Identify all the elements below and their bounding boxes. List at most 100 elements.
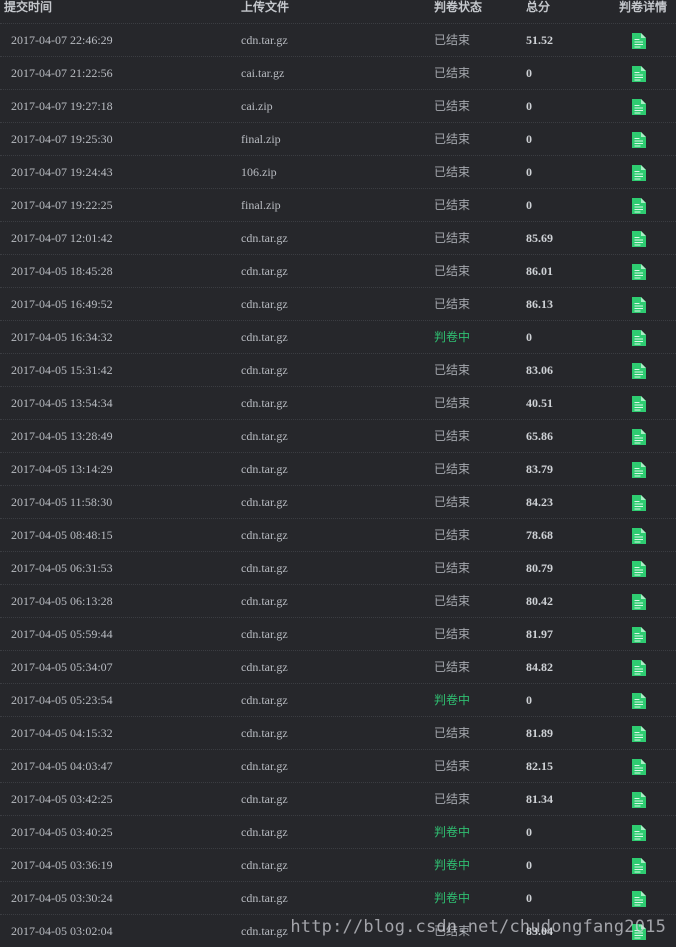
submit-time-cell: 2017-04-05 16:34:32: [11, 330, 113, 344]
total-score-cell: 84.23: [526, 495, 553, 509]
table-row: 2017-04-07 22:46:29 cdn.tar.gz 已结束 51.52: [0, 23, 676, 56]
table-row: 2017-04-07 19:27:18 cai.zip 已结束 0: [0, 89, 676, 122]
document-icon[interactable]: [632, 891, 646, 907]
table-row: 2017-04-05 03:30:24 cdn.tar.gz 判卷中 0: [0, 881, 676, 914]
submit-time-cell: 2017-04-05 04:15:32: [11, 726, 113, 740]
document-icon[interactable]: [632, 858, 646, 874]
table-row: 2017-04-05 03:40:25 cdn.tar.gz 判卷中 0: [0, 815, 676, 848]
judge-status-cell: 判卷中: [434, 693, 471, 707]
document-icon[interactable]: [632, 429, 646, 445]
document-icon[interactable]: [632, 528, 646, 544]
document-icon[interactable]: [632, 330, 646, 346]
document-icon[interactable]: [632, 297, 646, 313]
header-judge-status: 判卷状态: [434, 0, 483, 14]
table-row: 2017-04-05 04:03:47 cdn.tar.gz 已结束 82.15: [0, 749, 676, 782]
judge-status-cell: 已结束: [434, 429, 471, 443]
submit-time-cell: 2017-04-07 22:46:29: [11, 33, 113, 47]
judge-status-cell: 已结束: [434, 462, 471, 476]
document-icon[interactable]: [632, 165, 646, 181]
table-row: 2017-04-05 05:59:44 cdn.tar.gz 已结束 81.97: [0, 617, 676, 650]
document-icon[interactable]: [632, 792, 646, 808]
total-score-cell: 83.79: [526, 462, 553, 476]
document-icon[interactable]: [632, 462, 646, 478]
document-icon[interactable]: [632, 627, 646, 643]
judge-status-cell: 判卷中: [434, 825, 471, 839]
upload-file-cell: cdn.tar.gz: [241, 726, 288, 740]
table-body: 2017-04-07 22:46:29 cdn.tar.gz 已结束 51.52…: [0, 23, 676, 947]
submit-time-cell: 2017-04-05 03:42:25: [11, 792, 113, 806]
submit-time-cell: 2017-04-05 03:02:04: [11, 924, 113, 938]
table-row: 2017-04-05 03:36:19 cdn.tar.gz 判卷中 0: [0, 848, 676, 881]
table-row: 2017-04-05 13:54:34 cdn.tar.gz 已结束 40.51: [0, 386, 676, 419]
upload-file-cell: cdn.tar.gz: [241, 297, 288, 311]
table-row: 2017-04-05 13:28:49 cdn.tar.gz 已结束 65.86: [0, 419, 676, 452]
table-row: 2017-04-05 03:42:25 cdn.tar.gz 已结束 81.34: [0, 782, 676, 815]
total-score-cell: 83.06: [526, 363, 553, 377]
upload-file-cell: final.zip: [241, 198, 281, 212]
upload-file-cell: cdn.tar.gz: [241, 693, 288, 707]
document-icon[interactable]: [632, 66, 646, 82]
document-icon[interactable]: [632, 264, 646, 280]
document-icon[interactable]: [632, 495, 646, 511]
submit-time-cell: 2017-04-05 08:48:15: [11, 528, 113, 542]
upload-file-cell: cdn.tar.gz: [241, 627, 288, 641]
submit-time-cell: 2017-04-07 19:24:43: [11, 165, 113, 179]
document-icon[interactable]: [632, 396, 646, 412]
submit-time-cell: 2017-04-05 03:36:19: [11, 858, 113, 872]
table-row: 2017-04-05 05:34:07 cdn.tar.gz 已结束 84.82: [0, 650, 676, 683]
submit-time-cell: 2017-04-05 03:30:24: [11, 891, 113, 905]
judge-status-cell: 已结束: [434, 726, 471, 740]
document-icon[interactable]: [632, 561, 646, 577]
document-icon[interactable]: [632, 726, 646, 742]
total-score-cell: 86.13: [526, 297, 553, 311]
table-row: 2017-04-07 19:25:30 final.zip 已结束 0: [0, 122, 676, 155]
total-score-cell: 0: [526, 891, 532, 905]
upload-file-cell: cdn.tar.gz: [241, 594, 288, 608]
judge-status-cell: 判卷中: [434, 858, 471, 872]
judge-status-cell: 已结束: [434, 363, 471, 377]
total-score-cell: 0: [526, 99, 532, 113]
judge-status-cell: 已结束: [434, 396, 471, 410]
judge-status-cell: 已结束: [434, 528, 471, 542]
judge-status-cell: 已结束: [434, 495, 471, 509]
table-row: 2017-04-05 16:49:52 cdn.tar.gz 已结束 86.13: [0, 287, 676, 320]
document-icon[interactable]: [632, 594, 646, 610]
document-icon[interactable]: [632, 363, 646, 379]
upload-file-cell: cdn.tar.gz: [241, 891, 288, 905]
total-score-cell: 0: [526, 198, 532, 212]
document-icon[interactable]: [632, 198, 646, 214]
submit-time-cell: 2017-04-05 06:31:53: [11, 561, 113, 575]
total-score-cell: 82.15: [526, 759, 553, 773]
table-row: 2017-04-07 12:01:42 cdn.tar.gz 已结束 85.69: [0, 221, 676, 254]
judge-status-cell: 已结束: [434, 231, 471, 245]
document-icon[interactable]: [632, 759, 646, 775]
upload-file-cell: cdn.tar.gz: [241, 528, 288, 542]
document-icon[interactable]: [632, 825, 646, 841]
watermark: http://blog.csdn.net/chudongfang2015: [290, 917, 666, 937]
total-score-cell: 85.69: [526, 231, 553, 245]
header-total-score: 总分: [526, 0, 551, 14]
table-row: 2017-04-05 06:31:53 cdn.tar.gz 已结束 80.79: [0, 551, 676, 584]
submit-time-cell: 2017-04-05 05:59:44: [11, 627, 113, 641]
document-icon[interactable]: [632, 132, 646, 148]
upload-file-cell: cdn.tar.gz: [241, 363, 288, 377]
document-icon[interactable]: [632, 660, 646, 676]
submission-table: 提交时间 上传文件 判卷状态 总分 判卷详情 2017-04-07 22:46:…: [0, 0, 676, 947]
header-upload-file: 上传文件: [241, 0, 290, 14]
document-icon[interactable]: [632, 99, 646, 115]
upload-file-cell: cdn.tar.gz: [241, 792, 288, 806]
table-row: 2017-04-05 11:58:30 cdn.tar.gz 已结束 84.23: [0, 485, 676, 518]
upload-file-cell: cdn.tar.gz: [241, 396, 288, 410]
upload-file-cell: cai.zip: [241, 99, 273, 113]
document-icon[interactable]: [632, 33, 646, 49]
upload-file-cell: cdn.tar.gz: [241, 561, 288, 575]
table-row: 2017-04-05 13:14:29 cdn.tar.gz 已结束 83.79: [0, 452, 676, 485]
document-icon[interactable]: [632, 231, 646, 247]
judge-status-cell: 已结束: [434, 759, 471, 773]
total-score-cell: 81.34: [526, 792, 553, 806]
document-icon[interactable]: [632, 693, 646, 709]
submit-time-cell: 2017-04-05 04:03:47: [11, 759, 113, 773]
submit-time-cell: 2017-04-07 12:01:42: [11, 231, 113, 245]
judge-status-cell: 已结束: [434, 792, 471, 806]
judge-status-cell: 已结束: [434, 660, 471, 674]
